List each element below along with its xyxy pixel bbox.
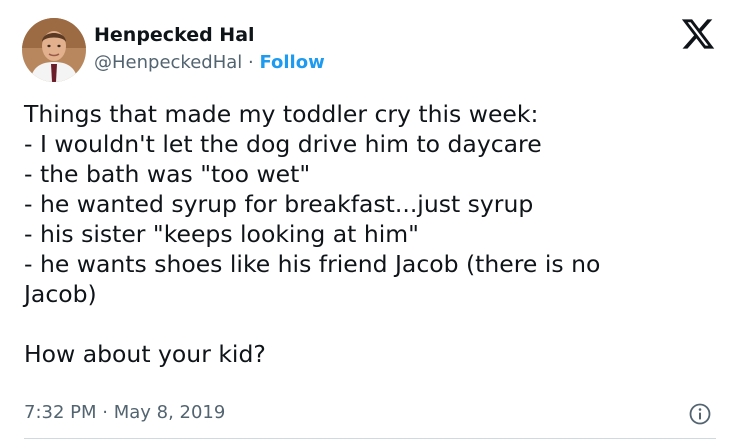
separator: · (242, 52, 260, 73)
x-logo-icon[interactable] (680, 16, 716, 52)
tweet-text: Things that made my toddler cry this wee… (24, 99, 714, 369)
follow-button[interactable]: Follow (259, 52, 324, 73)
avatar-photo (22, 18, 86, 82)
tweet-line: - his sister "keeps looking at him" (24, 220, 419, 248)
avatar[interactable] (22, 18, 86, 82)
handle-row: @HenpeckedHal · Follow (94, 50, 325, 76)
display-name[interactable]: Henpecked Hal (94, 22, 255, 48)
tweet-line: How about your kid? (24, 340, 266, 368)
tweet-line: Jacob) (24, 280, 97, 308)
info-icon[interactable] (688, 402, 712, 426)
divider (24, 438, 716, 439)
tweet-line: - the bath was "too wet" (24, 160, 311, 188)
tweet-line: - I wouldn't let the dog drive him to da… (24, 130, 542, 158)
tweet-card: Henpecked Hal @HenpeckedHal · Follow Thi… (0, 0, 740, 447)
tweet-line: - he wants shoes like his friend Jacob (… (24, 250, 601, 278)
timestamp[interactable]: 7:32 PM · May 8, 2019 (24, 400, 225, 426)
handle[interactable]: @HenpeckedHal (94, 52, 242, 73)
tweet-line: Things that made my toddler cry this wee… (24, 100, 539, 128)
tweet-line: - he wanted syrup for breakfast...just s… (24, 190, 534, 218)
